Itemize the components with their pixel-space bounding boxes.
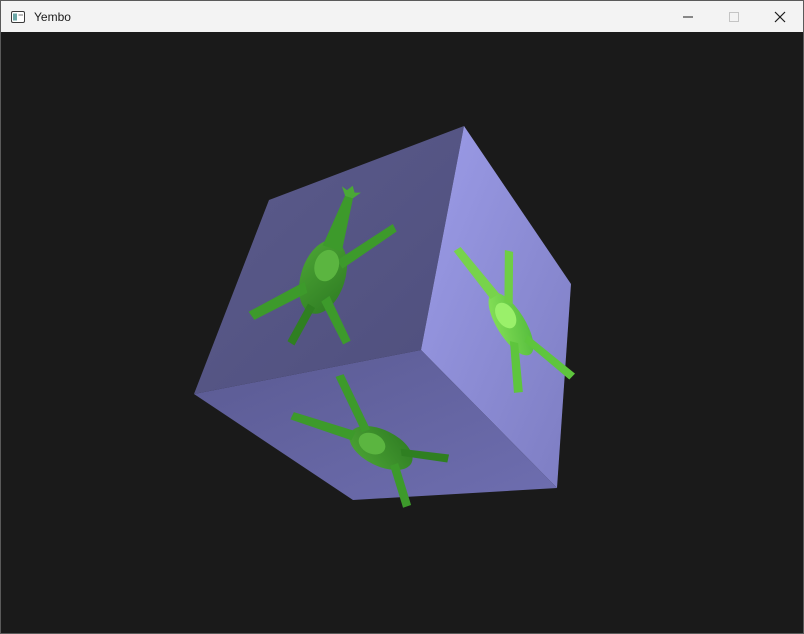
render-viewport[interactable]	[1, 32, 803, 633]
window-title: Yembo	[34, 9, 71, 24]
close-button[interactable]	[757, 1, 803, 32]
maximize-icon	[729, 11, 739, 22]
window-controls	[665, 1, 803, 32]
minimize-icon	[683, 16, 693, 17]
minimize-button[interactable]	[665, 1, 711, 32]
window-icon	[11, 10, 25, 23]
scene-canvas	[194, 126, 576, 508]
maximize-button[interactable]	[711, 1, 757, 32]
app-window: Yembo	[0, 0, 804, 634]
close-icon	[774, 11, 786, 22]
title-bar[interactable]: Yembo	[1, 1, 803, 32]
